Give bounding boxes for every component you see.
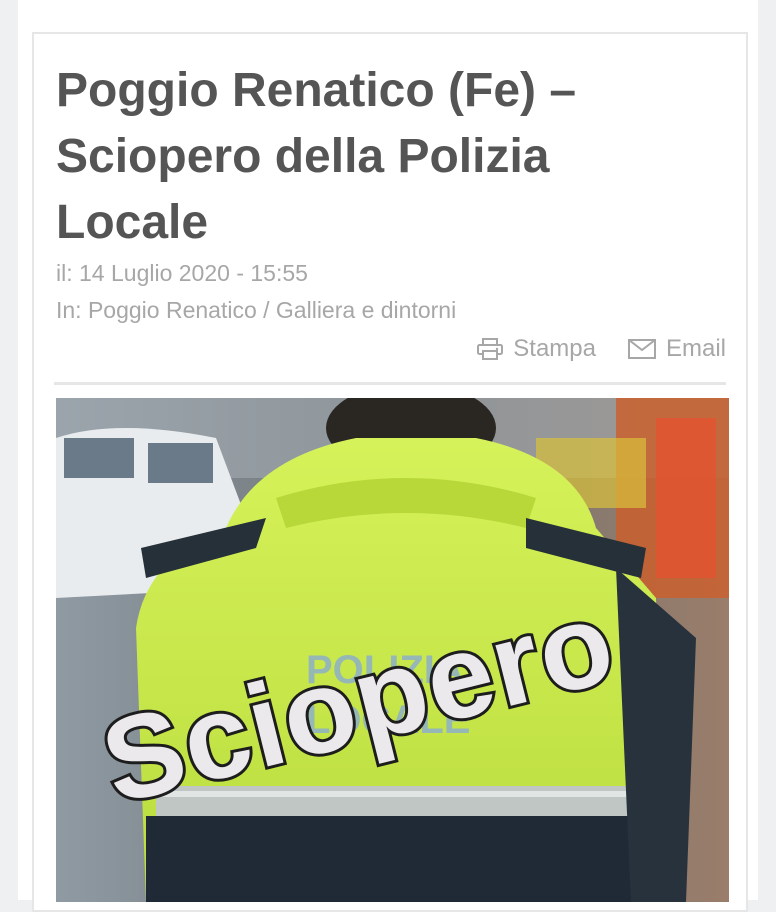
article-category: In: Poggio Renatico / Galliera e dintorn… <box>56 297 456 324</box>
article-card: Poggio Renatico (Fe) – Sciopero della Po… <box>32 32 748 912</box>
printer-icon <box>477 338 504 360</box>
article-image: POLIZIA LOCALE Sciopero <box>56 398 729 902</box>
category-prefix: In: <box>56 297 82 323</box>
share-actions: Stampa Email <box>477 332 726 366</box>
print-button[interactable]: Stampa <box>477 335 596 363</box>
article-date: il: 14 Luglio 2020 - 15:55 <box>56 260 308 287</box>
print-label: Stampa <box>513 335 596 362</box>
article-title: Poggio Renatico (Fe) – Sciopero della Po… <box>56 64 577 249</box>
date-value: 14 Luglio 2020 - 15:55 <box>79 260 308 286</box>
envelope-icon <box>627 339 656 359</box>
email-button[interactable]: Email <box>627 335 726 363</box>
date-prefix: il: <box>56 260 73 286</box>
email-label: Email <box>665 335 726 362</box>
header-divider <box>54 382 726 385</box>
category-link[interactable]: Poggio Renatico / Galliera e dintorni <box>88 297 456 323</box>
